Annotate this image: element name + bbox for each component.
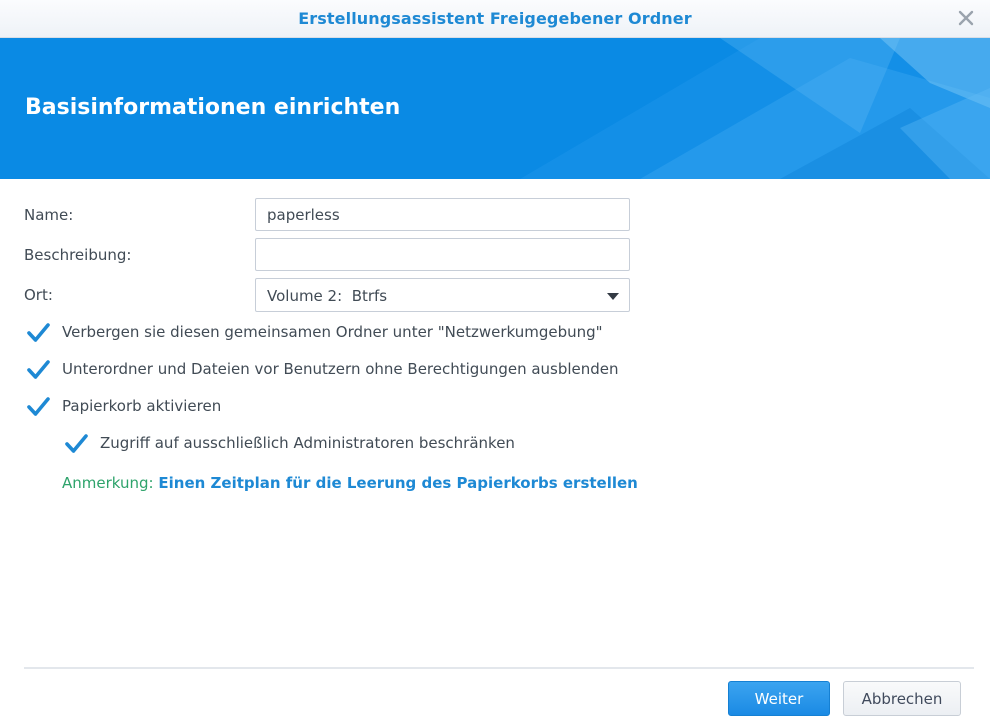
recycle-bin-label: Papierkorb aktivieren (62, 397, 222, 415)
hide-subfolders-label: Unterordner und Dateien vor Benutzern oh… (62, 360, 619, 378)
cancel-button[interactable]: Abbrechen (843, 681, 961, 716)
checkmark-icon (27, 397, 50, 416)
name-input[interactable] (255, 198, 630, 231)
checkmark-icon (27, 323, 50, 342)
hide-network-label: Verbergen sie diesen gemeinsamen Ordner … (62, 323, 603, 341)
schedule-recycle-bin-link[interactable]: Einen Zeitplan für die Leerung des Papie… (158, 474, 638, 492)
location-value: Volume 2: Btrfs (267, 287, 388, 305)
location-label: Ort: (24, 286, 53, 304)
footer-divider (24, 667, 974, 669)
checkmark-icon (27, 360, 50, 379)
checkmark-icon (65, 434, 88, 453)
description-input[interactable] (255, 238, 630, 271)
location-select[interactable]: Volume 2: Btrfs (255, 278, 630, 312)
close-icon[interactable] (956, 8, 976, 28)
chevron-down-icon (607, 293, 619, 300)
note-prefix: Anmerkung: (62, 474, 154, 492)
header-banner: Basisinformationen einrichten (0, 38, 990, 179)
window-title: Erstellungsassistent Freigegebener Ordne… (298, 9, 692, 28)
recycle-bin-note: Anmerkung: Einen Zeitplan für die Leerun… (62, 474, 638, 492)
next-button[interactable]: Weiter (728, 681, 830, 716)
page-heading: Basisinformationen einrichten (25, 95, 401, 120)
name-label: Name: (24, 206, 74, 224)
title-bar: Erstellungsassistent Freigegebener Ordne… (0, 0, 990, 38)
description-label: Beschreibung: (24, 246, 132, 264)
admin-only-label: Zugriff auf ausschließlich Administrator… (100, 434, 515, 452)
